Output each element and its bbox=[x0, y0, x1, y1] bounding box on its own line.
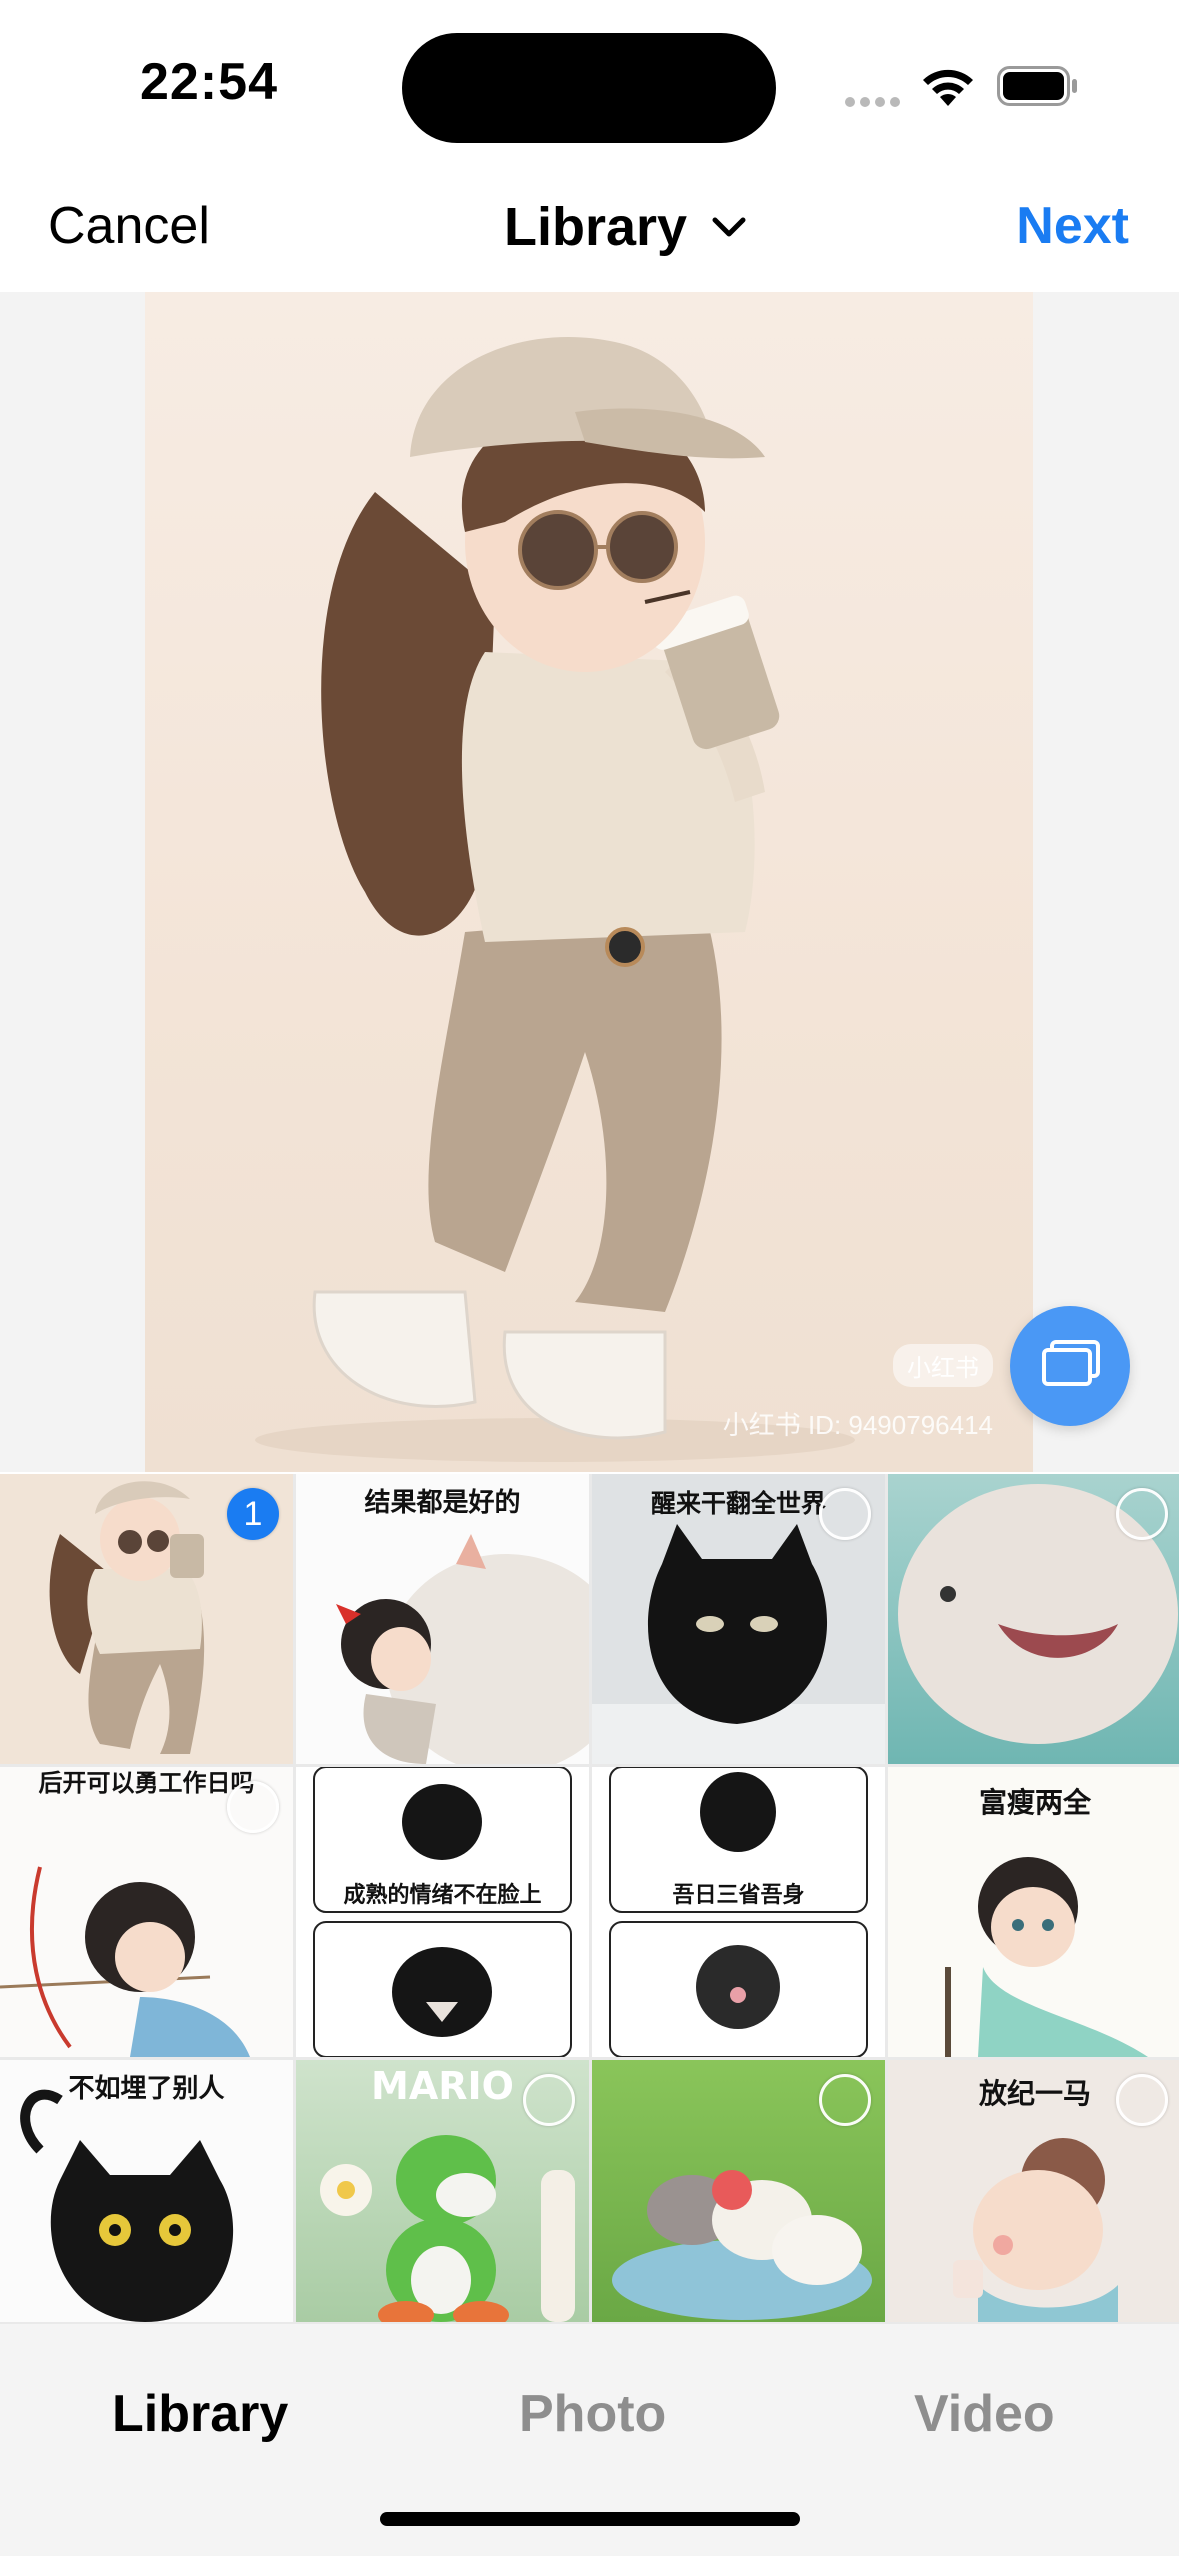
selection-circle[interactable] bbox=[227, 1781, 279, 1833]
cancel-button[interactable]: Cancel bbox=[48, 196, 210, 256]
nav-bar: Cancel Library Next bbox=[0, 170, 1179, 292]
cellular-signal-icon bbox=[845, 94, 905, 112]
thumbnail-caption: 成熟的情绪不在脸上 bbox=[343, 1883, 542, 1908]
grid-thumbnail[interactable]: 结果都是好的 bbox=[296, 1474, 589, 1764]
multi-select-icon bbox=[1042, 1340, 1100, 1386]
status-time: 22:54 bbox=[140, 53, 278, 111]
tab-video[interactable]: Video bbox=[914, 2384, 1055, 2444]
tab-photo[interactable]: Photo bbox=[519, 2384, 666, 2444]
selection-circle[interactable] bbox=[819, 1488, 871, 1540]
grid-thumbnail[interactable]: MARIO bbox=[296, 2060, 589, 2322]
watermark-id: 小红书 ID: 9490796414 bbox=[722, 1410, 993, 1440]
thumbnail-caption: 结果都是好的 bbox=[364, 1488, 521, 1518]
grid-thumbnail[interactable]: 醒来干翻全世界 bbox=[592, 1474, 885, 1764]
status-bar: 22:54 bbox=[0, 0, 1179, 170]
preview-image: 小红书 小红书 ID: 9490796414 bbox=[145, 292, 1033, 1472]
grid-thumbnail[interactable]: 不如埋了别人 bbox=[0, 2060, 293, 2322]
next-button[interactable]: Next bbox=[1016, 196, 1129, 256]
selection-badge[interactable]: 1 bbox=[227, 1488, 279, 1540]
grid-thumbnail[interactable]: 1 bbox=[0, 1474, 293, 1764]
grid-thumbnail[interactable]: 吾日三省吾身 bbox=[592, 1767, 885, 2057]
photo-grid: 1 结果都是好的 醒来干翻全世界 后开可以勇工作日吗 成熟的情绪不在脸上 吾日三… bbox=[0, 1474, 1179, 2324]
selection-circle[interactable] bbox=[819, 2074, 871, 2126]
grid-thumbnail[interactable]: 后开可以勇工作日吗 bbox=[0, 1767, 293, 2057]
thumb-black-cat-stickers bbox=[313, 1767, 572, 2057]
home-indicator[interactable] bbox=[380, 2512, 800, 2526]
multi-select-button[interactable] bbox=[1010, 1306, 1130, 1426]
watermark: 小红书 小红书 ID: 9490796414 bbox=[723, 1344, 993, 1442]
grid-thumbnail[interactable] bbox=[592, 2060, 885, 2322]
grid-thumbnail[interactable]: 成熟的情绪不在脸上 bbox=[296, 1767, 589, 2057]
chevron-down-icon bbox=[712, 217, 746, 237]
watermark-logo: 小红书 bbox=[893, 1344, 993, 1387]
thumbnail-caption: 吾日三省吾身 bbox=[672, 1883, 805, 1908]
tab-library[interactable]: Library bbox=[112, 2384, 288, 2444]
dynamic-island bbox=[402, 33, 776, 143]
grid-thumbnail[interactable]: 富瘦两全 bbox=[888, 1767, 1179, 2057]
thumbnail-caption: 富瘦两全 bbox=[978, 1786, 1091, 1819]
selection-circle[interactable] bbox=[1116, 2074, 1168, 2126]
grid-thumbnail[interactable]: 放纪一马 bbox=[888, 2060, 1179, 2322]
selection-circle[interactable] bbox=[1116, 1488, 1168, 1540]
battery-icon bbox=[997, 66, 1077, 106]
album-title: Library bbox=[504, 197, 688, 257]
album-picker[interactable]: Library bbox=[504, 192, 749, 262]
thumb-black-cat-stickers bbox=[609, 1767, 868, 2057]
grid-thumbnail[interactable] bbox=[888, 1474, 1179, 1764]
wifi-icon bbox=[923, 69, 973, 106]
preview-girl-illustration bbox=[255, 336, 855, 1462]
selection-circle[interactable] bbox=[523, 2074, 575, 2126]
thumbnail-caption: 不如埋了别人 bbox=[68, 2074, 225, 2104]
photo-preview[interactable]: 小红书 小红书 ID: 9490796414 bbox=[0, 292, 1179, 1472]
